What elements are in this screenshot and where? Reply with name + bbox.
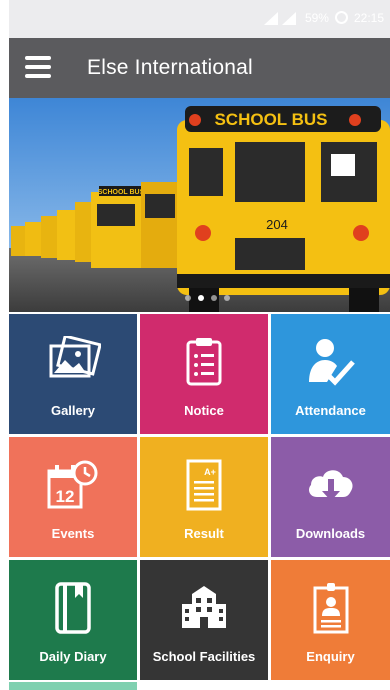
hamburger-menu-icon[interactable] [25, 56, 51, 78]
status-indicators: 59% 22:15 [262, 10, 384, 25]
school-facilities-icon [182, 586, 226, 628]
tile-gallery-label: Gallery [50, 403, 96, 418]
tile-downloads[interactable]: Downloads [271, 437, 390, 557]
tile-attendance[interactable]: Attendance [271, 314, 390, 434]
banner-carousel[interactable]: SCHOOL BUS SCHOOL BUS 204 [9, 98, 390, 312]
signal-icon [263, 11, 296, 25]
tile-result[interactable]: A+ Result [140, 437, 268, 557]
carousel-dot[interactable] [224, 295, 230, 301]
tile-events[interactable]: 12 Events [9, 437, 137, 557]
tile-attendance-label: Attendance [295, 403, 366, 418]
gallery-icon [49, 336, 101, 378]
carousel-dots[interactable] [185, 295, 230, 301]
tile-events-label: Events [51, 526, 95, 541]
carousel-dot-active[interactable] [198, 295, 204, 301]
bus-number: 204 [266, 217, 288, 232]
next-row-tile-edge [9, 682, 137, 690]
tile-daily-diary[interactable]: Daily Diary [9, 560, 137, 680]
tile-school-facilities[interactable]: School Facilities [140, 560, 268, 680]
tile-enquiry[interactable]: Enquiry [271, 560, 390, 680]
events-icon-date: 12 [56, 487, 75, 506]
clock: 22:15 [353, 10, 384, 25]
events-icon: 12 [47, 460, 98, 509]
tile-notice[interactable]: Notice [140, 314, 268, 434]
battery-icon [334, 11, 348, 24]
far-bus-sign: SCHOOL BUS [98, 189, 145, 196]
tile-daily-diary-label: Daily Diary [39, 649, 107, 664]
tile-gallery[interactable]: Gallery [9, 314, 137, 434]
bus-sign: SCHOOL BUS [214, 110, 327, 129]
app-bar: Else International [9, 38, 390, 98]
result-icon: A+ [186, 459, 222, 511]
downloads-icon [308, 470, 353, 501]
app-screen: 59% 22:15 Else International SCHOOL BUS … [9, 0, 390, 690]
tile-downloads-label: Downloads [295, 526, 366, 541]
attendance-icon [308, 339, 355, 386]
tile-notice-label: Notice [184, 403, 224, 418]
result-icon-grade: A+ [204, 467, 216, 477]
school-bus-photo: SCHOOL BUS SCHOOL BUS 204 [9, 98, 390, 312]
carousel-dot[interactable] [211, 295, 217, 301]
status-bar: 59% 22:15 [9, 0, 390, 38]
enquiry-icon [313, 583, 348, 634]
carousel-dot[interactable] [185, 295, 191, 301]
battery-percent: 59% [304, 10, 329, 25]
tile-result-label: Result [184, 526, 224, 541]
daily-diary-icon [55, 582, 91, 634]
app-title: Else International [87, 56, 253, 79]
tile-school-facilities-label: School Facilities [152, 649, 256, 664]
tile-enquiry-label: Enquiry [306, 649, 355, 664]
notice-icon [186, 338, 222, 386]
